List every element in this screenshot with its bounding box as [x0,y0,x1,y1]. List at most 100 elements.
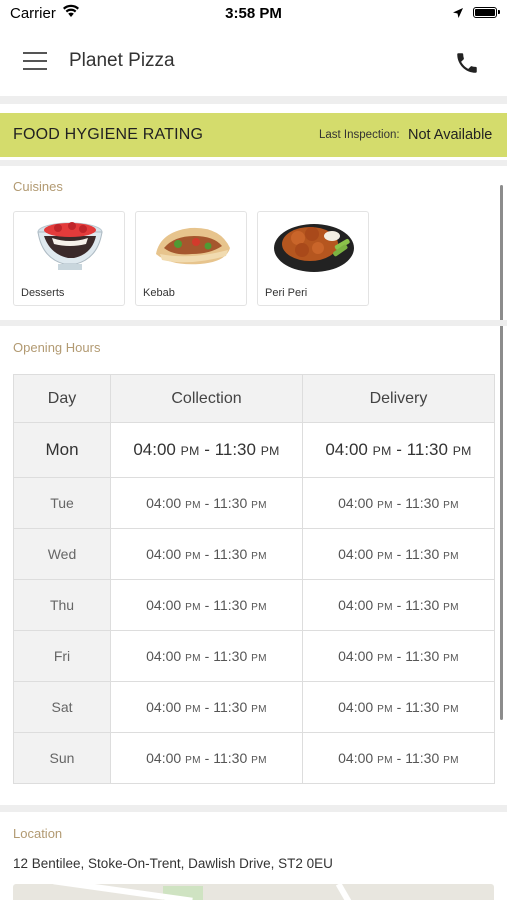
column-header-day: Day [13,374,111,423]
ampm-label: PM [443,500,459,511]
ampm-label: PM [443,755,459,766]
delivery-hours-cell: 04:00 PM - 11:30 PM [302,681,495,733]
ampm-label: PM [185,602,201,613]
menu-icon[interactable] [23,52,47,70]
cuisine-card-kebab[interactable]: Kebab [135,211,247,306]
time-value: 04:00 [146,597,182,613]
time-value: 11:30 [405,648,440,664]
time-value: 04:00 [338,546,374,562]
time-value: 11:30 [405,750,440,766]
day-cell: Thu [13,579,111,631]
clock: 3:58 PM [225,5,282,22]
collection-hours-cell: 04:00 PM - 11:30 PM [110,732,303,784]
delivery-hours-cell: 04:00 PM - 11:30 PM [302,422,495,478]
collection-hours-cell: 04:00 PM - 11:30 PM [110,528,303,580]
delivery-hours-cell: 04:00 PM - 11:30 PM [302,579,495,631]
cuisine-card-desserts[interactable]: Desserts [13,211,125,306]
ampm-label: PM [443,551,459,562]
ampm-label: PM [185,551,201,562]
desserts-image [28,214,112,276]
time-value: 11:30 [213,546,248,562]
table-row: Tue 04:00 PM - 11:30 PM 04:00 PM - 11:30 P… [13,477,495,529]
day-cell: Wed [13,528,111,580]
delivery-hours-cell: 04:00 PM - 11:30 PM [302,732,495,784]
table-header-row: Day Collection Delivery [13,374,495,423]
ampm-label: PM [377,653,393,664]
ampm-label: PM [377,500,393,511]
time-value: 11:30 [405,495,440,511]
time-value: 11:30 [213,597,248,613]
time-value: 04:00 [338,495,374,511]
ampm-label: PM [251,704,267,715]
ampm-label: PM [251,602,267,613]
time-value: 11:30 [405,699,440,715]
collection-hours-cell: 04:00 PM - 11:30 PM [110,422,303,478]
time-value: 04:00 [338,750,374,766]
time-value: 11:30 [213,495,248,511]
cuisines-section-label: Cuisines [13,179,63,194]
column-header-delivery: Delivery [302,374,495,423]
last-inspection-label: Last Inspection: [319,129,400,141]
status-bar: Carrier 3:58 PM [0,0,507,28]
cuisine-name: Desserts [21,287,65,299]
nav-bar: Planet Pizza [0,28,507,96]
time-value: 04:00 [146,495,182,511]
battery-icon [473,7,500,18]
hygiene-rating-title: FOOD HYGIENE RATING [13,126,204,143]
day-cell: Tue [13,477,111,529]
time-value: 11:30 [405,546,440,562]
ampm-label: PM [260,444,280,458]
cuisine-card-peri-peri[interactable]: Peri Peri [257,211,369,306]
time-value: 04:00 [133,440,176,459]
page-title: Planet Pizza [69,50,175,71]
delivery-hours-cell: 04:00 PM - 11:30 PM [302,477,495,529]
hygiene-rating-banner: FOOD HYGIENE RATING Last Inspection: Not… [0,113,507,157]
day-cell: Mon [13,422,111,478]
collection-hours-cell: 04:00 PM - 11:30 PM [110,681,303,733]
time-value: 04:00 [338,597,374,613]
ampm-label: PM [185,755,201,766]
delivery-hours-cell: 04:00 PM - 11:30 PM [302,528,495,580]
cuisine-name: Peri Peri [265,287,308,299]
ampm-label: PM [443,704,459,715]
scroll-indicator[interactable] [500,185,503,720]
ampm-label: PM [443,653,459,664]
opening-hours-section-label: Opening Hours [13,340,101,355]
divider [0,805,507,812]
time-value: 11:30 [213,648,248,664]
column-header-collection: Collection [110,374,303,423]
ampm-label: PM [185,704,201,715]
divider [0,160,507,166]
ampm-label: PM [377,602,393,613]
ampm-label: PM [180,444,200,458]
ampm-label: PM [251,653,267,664]
table-row: Sat 04:00 PM - 11:30 PM 04:00 PM - 11:30 P… [13,681,495,733]
divider [0,320,507,326]
kebab-image [150,214,234,276]
cuisine-name: Kebab [143,287,175,299]
ampm-label: PM [443,602,459,613]
time-value: 11:30 [406,440,448,459]
phone-icon[interactable] [454,50,480,76]
time-value: 11:30 [213,699,248,715]
table-row: Thu 04:00 PM - 11:30 PM 04:00 PM - 11:30 P… [13,579,495,631]
opening-hours-table: Day Collection Delivery Mon 04:00 PM - 11… [13,374,495,784]
time-value: 04:00 [146,699,182,715]
table-row: Fri 04:00 PM - 11:30 PM 04:00 PM - 11:30 P… [13,630,495,682]
ampm-label: PM [452,444,472,458]
location-map[interactable] [13,884,494,900]
time-value: 11:30 [213,750,248,766]
last-inspection-value: Not Available [408,127,493,143]
time-value: 11:30 [214,440,256,459]
ampm-label: PM [185,500,201,511]
ampm-label: PM [377,704,393,715]
day-cell: Sun [13,732,111,784]
table-row: Wed 04:00 PM - 11:30 PM 04:00 PM - 11:30 P… [13,528,495,580]
time-value: 04:00 [146,546,182,562]
ampm-label: PM [372,444,392,458]
time-value: 11:30 [405,597,440,613]
divider [0,96,507,104]
time-value: 04:00 [146,750,182,766]
ampm-label: PM [251,551,267,562]
location-arrow-icon [452,6,464,23]
